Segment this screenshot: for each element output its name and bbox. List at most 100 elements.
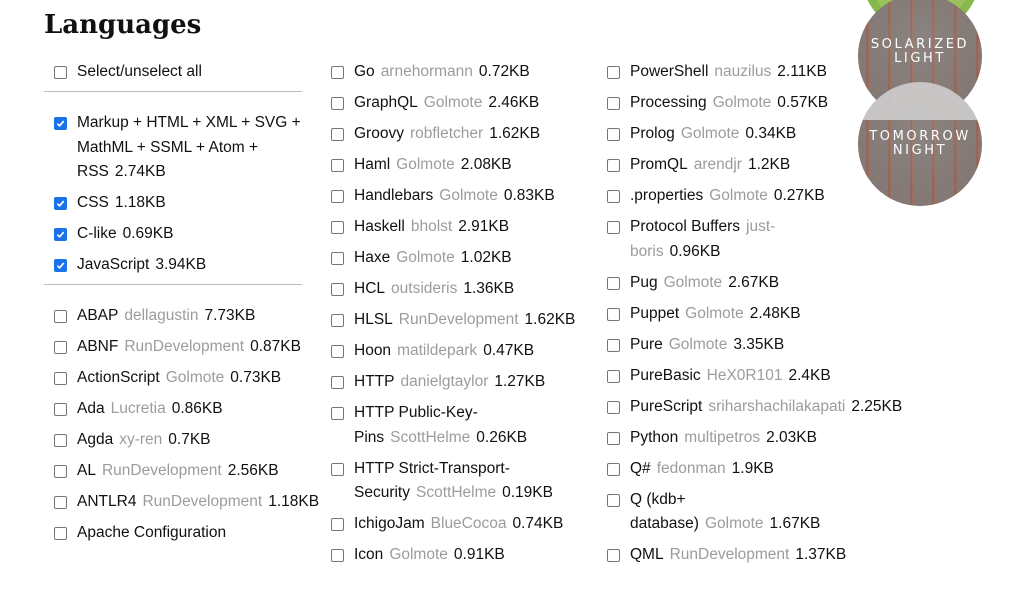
language-author[interactable]: robfletcher (410, 125, 483, 142)
language-item[interactable]: PowerShell nauzilus 2.11KB (605, 60, 855, 85)
language-item[interactable]: HTTP danielgtaylor 1.27KB (329, 370, 591, 395)
language-checkbox[interactable] (607, 221, 620, 234)
language-item[interactable]: Markup + HTML + XML + SVG + MathML + SSM… (52, 111, 310, 185)
language-author[interactable]: fedonman (657, 460, 726, 477)
language-checkbox[interactable] (607, 307, 620, 321)
language-author[interactable]: RunDevelopment (142, 493, 262, 510)
language-checkbox[interactable] (331, 518, 344, 531)
language-author[interactable]: Golmote (681, 125, 740, 142)
language-checkbox[interactable] (331, 66, 344, 79)
language-checkbox[interactable] (607, 159, 620, 172)
language-item[interactable]: Go arnehormann 0.72KB (329, 60, 591, 85)
language-item[interactable]: .properties Golmote 0.27KB (605, 184, 855, 209)
language-checkbox[interactable] (607, 97, 620, 110)
language-checkbox[interactable] (607, 400, 620, 414)
language-checkbox[interactable] (331, 159, 344, 172)
language-checkbox[interactable] (607, 128, 620, 141)
language-author[interactable]: Golmote (424, 94, 483, 111)
language-item[interactable]: Pug Golmote 2.67KB (605, 271, 855, 296)
language-author[interactable]: Golmote (396, 249, 455, 266)
language-author[interactable]: danielgtaylor (400, 373, 488, 390)
language-item[interactable]: ABNF RunDevelopment 0.87KB (52, 335, 310, 360)
language-item[interactable]: Hoon matildepark 0.47KB (329, 339, 591, 364)
language-checkbox[interactable] (331, 462, 344, 476)
language-checkbox[interactable] (607, 276, 620, 290)
language-checkbox[interactable] (54, 403, 67, 416)
language-checkbox[interactable] (54, 341, 67, 354)
language-author[interactable]: Golmote (664, 274, 723, 291)
language-checkbox[interactable] (607, 369, 620, 383)
language-checkbox[interactable] (331, 407, 344, 420)
language-author[interactable]: Golmote (709, 187, 768, 204)
language-item[interactable]: CSS 1.18KB (52, 191, 310, 216)
language-checkbox[interactable] (331, 376, 344, 389)
language-checkbox[interactable] (331, 190, 344, 203)
language-author[interactable]: multipetros (684, 429, 760, 446)
language-author[interactable]: Golmote (713, 94, 772, 111)
language-item[interactable]: PureBasic HeX0R101 2.4KB (605, 364, 855, 389)
language-author[interactable]: RunDevelopment (399, 311, 519, 328)
language-author[interactable]: Golmote (669, 336, 728, 353)
language-author[interactable]: ScottHelme (390, 429, 470, 446)
language-author[interactable]: nauzilus (714, 63, 771, 80)
language-item[interactable]: Protocol Buffers just-boris 0.96KB (605, 215, 855, 264)
language-author[interactable]: Golmote (396, 156, 455, 173)
select-all-row[interactable]: Select/unselect all (52, 60, 310, 85)
language-item[interactable]: HLSL RunDevelopment 1.62KB (329, 308, 591, 333)
language-author[interactable]: xy-ren (119, 431, 162, 448)
language-checkbox[interactable] (331, 128, 344, 141)
language-author[interactable]: Golmote (685, 305, 744, 322)
language-item[interactable]: C-like 0.69KB (52, 222, 310, 247)
language-checkbox[interactable] (607, 190, 620, 203)
language-item[interactable]: HTTP Public-Key-Pins ScottHelme 0.26KB (329, 401, 591, 450)
language-author[interactable]: ScottHelme (416, 484, 496, 501)
language-item[interactable]: Processing Golmote 0.57KB (605, 91, 855, 116)
language-item[interactable]: Pure Golmote 3.35KB (605, 333, 855, 358)
language-item[interactable]: Apache Configuration (52, 521, 310, 546)
language-item[interactable]: Groovy robfletcher 1.62KB (329, 122, 591, 147)
select-all-checkbox[interactable] (54, 66, 67, 79)
language-item[interactable]: Agda xy-ren 0.7KB (52, 428, 310, 453)
language-item[interactable]: HCL outsideris 1.36KB (329, 277, 591, 302)
language-item[interactable]: JavaScript 3.94KB (52, 253, 310, 278)
language-author[interactable]: sriharshachilakapati (708, 398, 845, 415)
language-author[interactable]: Golmote (389, 546, 448, 563)
language-checkbox[interactable] (54, 527, 67, 540)
language-item[interactable]: Puppet Golmote 2.48KB (605, 302, 855, 327)
language-checkbox[interactable] (54, 228, 67, 241)
language-checkbox[interactable] (607, 493, 620, 507)
language-checkbox[interactable] (331, 345, 344, 358)
language-item[interactable]: Ada Lucretia 0.86KB (52, 397, 310, 422)
language-checkbox[interactable] (54, 496, 67, 509)
language-checkbox[interactable] (607, 549, 620, 562)
language-checkbox[interactable] (607, 338, 620, 352)
language-author[interactable]: outsideris (391, 280, 457, 297)
language-checkbox[interactable] (54, 117, 67, 130)
language-item[interactable]: ABAP dellagustin 7.73KB (52, 304, 310, 329)
language-author[interactable]: HeX0R101 (707, 367, 783, 384)
language-author[interactable]: dellagustin (124, 307, 198, 324)
theme-tomorrow-night[interactable]: TOMORROW NIGHT (858, 82, 982, 206)
language-checkbox[interactable] (54, 259, 67, 272)
language-item[interactable]: Haxe Golmote 1.02KB (329, 246, 591, 271)
language-author[interactable]: arnehormann (381, 63, 473, 80)
language-checkbox[interactable] (607, 431, 620, 445)
language-author[interactable]: matildepark (397, 342, 477, 359)
language-item[interactable]: Q (kdb+ database) Golmote 1.67KB (605, 488, 855, 537)
language-checkbox[interactable] (607, 66, 620, 79)
language-checkbox[interactable] (331, 549, 344, 562)
language-item[interactable]: Q# fedonman 1.9KB (605, 457, 855, 482)
language-checkbox[interactable] (331, 221, 344, 234)
language-author[interactable]: arendjr (694, 156, 742, 173)
language-item[interactable]: PromQL arendjr 1.2KB (605, 153, 855, 178)
language-item[interactable]: HTTP Strict-Transport-Security ScottHelme… (329, 457, 591, 506)
language-author[interactable]: bholst (411, 218, 452, 235)
language-author[interactable]: RunDevelopment (670, 546, 790, 563)
language-item[interactable]: QML RunDevelopment 1.37KB (605, 543, 855, 568)
language-item[interactable]: ANTLR4 RunDevelopment 1.18KB (52, 490, 319, 515)
language-checkbox[interactable] (54, 434, 67, 447)
language-checkbox[interactable] (331, 314, 344, 327)
language-author[interactable]: RunDevelopment (124, 338, 244, 355)
language-checkbox[interactable] (54, 372, 67, 385)
language-checkbox[interactable] (331, 252, 344, 265)
